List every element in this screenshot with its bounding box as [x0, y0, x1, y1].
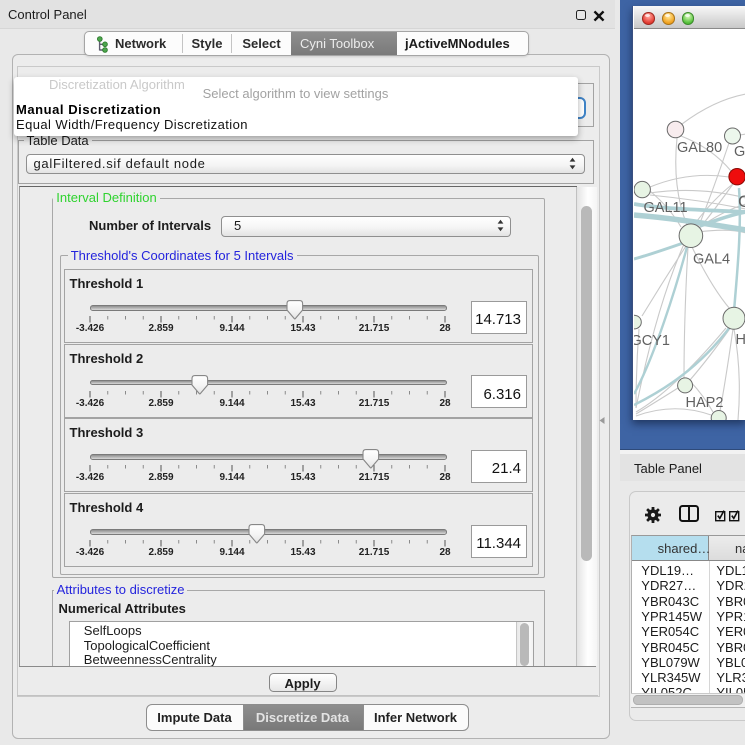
svg-text:HI: HI	[735, 332, 745, 348]
svg-text:GAL80: GAL80	[677, 140, 722, 156]
svg-text:G.: G.	[734, 144, 745, 160]
svg-text:GCY1: GCY1	[634, 333, 670, 349]
svg-text:HAP2: HAP2	[685, 395, 723, 411]
svg-text:C: C	[738, 192, 745, 211]
svg-text:GAL4: GAL4	[693, 251, 730, 267]
svg-text:GAL11: GAL11	[643, 200, 687, 216]
